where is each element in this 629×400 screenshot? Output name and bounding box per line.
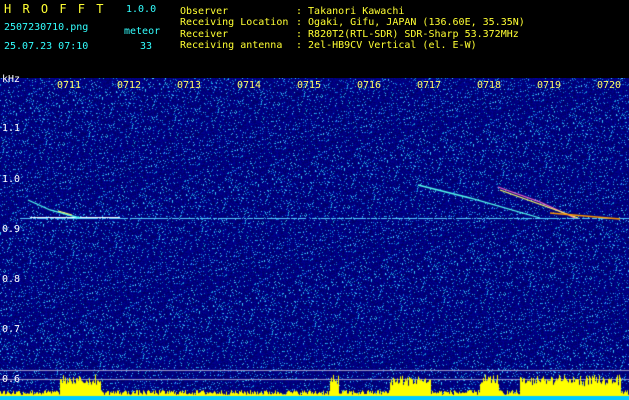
x-tick-0714: 0714 [237, 80, 262, 91]
x-tick-0719: 0719 [537, 80, 562, 91]
y-tick-0-6: 0.6 [2, 374, 21, 385]
y-tick-1-0: 1.0 [2, 174, 21, 185]
x-tick-0712: 0712 [117, 80, 142, 91]
x-tick-0717: 0717 [417, 80, 442, 91]
info-label-observer: Observer [180, 6, 229, 17]
x-tick-0715: 0715 [297, 80, 322, 91]
info-label-receiver: Receiver [180, 29, 229, 40]
date-time: 25.07.23 07:10 [4, 41, 89, 52]
x-tick-0718: 0718 [477, 80, 502, 91]
info-value-location: : Ogaki, Gifu, JAPAN (136.60E, 35.35N) [296, 17, 525, 28]
x-tick-0711: 0711 [57, 80, 82, 91]
app-title: H R O F F T [4, 2, 106, 16]
x-tick-0716: 0716 [357, 80, 382, 91]
y-tick-0-8: 0.8 [2, 274, 21, 285]
info-value-antenna: : 2el-HB9CV Vertical (el. E-W) [296, 40, 477, 51]
info-value-observer: : Takanori Kawachi [296, 6, 405, 17]
y-tick-0-9: 0.9 [2, 224, 21, 235]
x-tick-0713: 0713 [177, 80, 202, 91]
spectrogram-canvas [0, 78, 629, 400]
info-label-antenna: Receiving antenna [180, 40, 283, 51]
y-axis-unit: kHz [2, 74, 21, 85]
y-tick-0-7: 0.7 [2, 324, 21, 335]
info-value-receiver: : R820T2(RTL-SDR) SDR-Sharp 53.372MHz [296, 29, 519, 40]
header-panel: H R O F F T 1.0.0 2507230710.png meteor … [0, 0, 629, 78]
app-version: 1.0.0 [126, 4, 157, 15]
info-label-location: Receiving Location [180, 17, 289, 28]
file-name: 2507230710.png [4, 22, 89, 33]
y-tick-1-1: 1.1 [2, 123, 21, 134]
counter-label: meteor [124, 26, 161, 37]
counter-value: 33 [140, 41, 153, 52]
x-tick-0720: 0720 [597, 80, 622, 91]
